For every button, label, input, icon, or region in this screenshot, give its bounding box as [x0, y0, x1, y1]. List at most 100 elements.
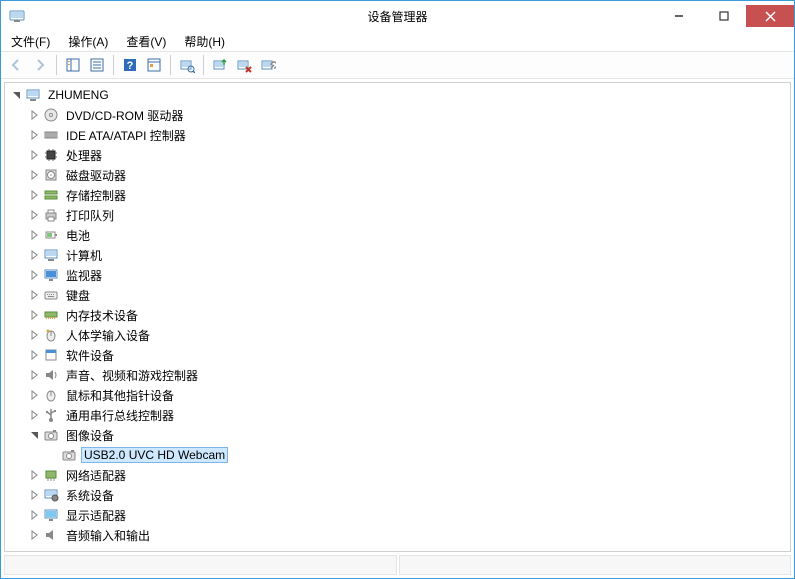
minimize-button[interactable] [656, 5, 701, 27]
cpu-icon [43, 147, 59, 163]
node-label: 声音、视频和游戏控制器 [63, 366, 201, 385]
expander-icon[interactable] [27, 367, 43, 383]
node-label: IDE ATA/ATAPI 控制器 [63, 126, 189, 145]
tree-root[interactable]: ZHUMENG [5, 85, 790, 105]
printer-icon [43, 207, 59, 223]
tree-item[interactable]: IDE ATA/ATAPI 控制器 [5, 125, 790, 145]
tree-item[interactable]: 键盘 [5, 285, 790, 305]
expander-icon[interactable] [27, 387, 43, 403]
expander-icon[interactable] [27, 427, 43, 443]
node-label: 磁盘驱动器 [63, 166, 129, 185]
tree-item[interactable]: 打印队列 [5, 205, 790, 225]
disable-button[interactable] [257, 54, 279, 76]
system-icon [43, 487, 59, 503]
show-hide-tree-button[interactable] [62, 54, 84, 76]
tree-item[interactable]: 图像设备 [5, 425, 790, 445]
expander-icon[interactable] [27, 467, 43, 483]
expander-icon[interactable] [27, 407, 43, 423]
usb-icon [43, 407, 59, 423]
disc-icon [43, 107, 59, 123]
app-icon [9, 8, 25, 24]
expander-icon[interactable] [9, 87, 25, 103]
tree-item[interactable]: 鼠标和其他指针设备 [5, 385, 790, 405]
status-cell [4, 555, 397, 575]
expander-icon[interactable] [27, 247, 43, 263]
toolbar-separator [170, 55, 171, 75]
maximize-button[interactable] [701, 5, 746, 27]
back-button[interactable] [5, 54, 27, 76]
tree-item[interactable]: USB2.0 UVC HD Webcam [5, 445, 790, 465]
tree-item[interactable]: 计算机 [5, 245, 790, 265]
node-label: 存储控制器 [63, 186, 129, 205]
expander-icon[interactable] [27, 507, 43, 523]
details-button[interactable] [86, 54, 108, 76]
battery-icon [43, 227, 59, 243]
tree-item[interactable]: 软件设备 [5, 345, 790, 365]
tree-item[interactable]: 显示适配器 [5, 505, 790, 525]
expander-icon[interactable] [27, 127, 43, 143]
tree-item[interactable]: 系统设备 [5, 485, 790, 505]
tree-item[interactable]: 通用串行总线控制器 [5, 405, 790, 425]
expander-icon[interactable] [27, 347, 43, 363]
node-label: 软件设备 [63, 346, 117, 365]
node-label: 键盘 [63, 286, 93, 305]
scan-hardware-button[interactable] [176, 54, 198, 76]
node-label: 内存技术设备 [63, 306, 141, 325]
computer-icon [43, 247, 59, 263]
node-label: 打印队列 [63, 206, 117, 225]
close-button[interactable] [746, 5, 794, 27]
tree-item[interactable]: 网络适配器 [5, 465, 790, 485]
tree-item[interactable]: 磁盘驱动器 [5, 165, 790, 185]
node-label: 鼠标和其他指针设备 [63, 386, 177, 405]
menu-view[interactable]: 查看(V) [118, 31, 174, 52]
titlebar: 设备管理器 [1, 1, 794, 31]
expander-icon[interactable] [27, 527, 43, 543]
expander-icon[interactable] [27, 147, 43, 163]
tree-item[interactable]: 人体学输入设备 [5, 325, 790, 345]
monitor-icon [43, 267, 59, 283]
tree-item[interactable]: 内存技术设备 [5, 305, 790, 325]
tree-item[interactable]: 监视器 [5, 265, 790, 285]
node-label: USB2.0 UVC HD Webcam [81, 447, 228, 463]
expander-icon[interactable] [27, 227, 43, 243]
forward-button[interactable] [29, 54, 51, 76]
expander-icon[interactable] [27, 107, 43, 123]
expander-icon[interactable] [27, 287, 43, 303]
toolbar-separator [113, 55, 114, 75]
uninstall-button[interactable] [233, 54, 255, 76]
node-label: 网络适配器 [63, 466, 129, 485]
device-tree[interactable]: ZHUMENG DVD/CD-ROM 驱动器IDE ATA/ATAPI 控制器处理… [4, 82, 791, 552]
software-icon [43, 347, 59, 363]
expander-icon[interactable] [27, 207, 43, 223]
toolbar: ? [1, 51, 794, 79]
menu-file[interactable]: 文件(F) [3, 31, 58, 52]
node-label: 处理器 [63, 146, 105, 165]
memory-icon [43, 307, 59, 323]
properties-button[interactable] [143, 54, 165, 76]
expander-icon[interactable] [27, 487, 43, 503]
update-driver-button[interactable] [209, 54, 231, 76]
tree-item[interactable]: 处理器 [5, 145, 790, 165]
camera-icon [61, 447, 77, 463]
expander-icon[interactable] [27, 187, 43, 203]
node-label: 电池 [63, 226, 93, 245]
toolbar-separator [56, 55, 57, 75]
tree-item[interactable]: 声音、视频和游戏控制器 [5, 365, 790, 385]
help-button[interactable]: ? [119, 54, 141, 76]
tree-item[interactable]: 存储控制器 [5, 185, 790, 205]
menu-action[interactable]: 操作(A) [60, 31, 116, 52]
node-label: 显示适配器 [63, 506, 129, 525]
node-label: 人体学输入设备 [63, 326, 153, 345]
network-icon [43, 467, 59, 483]
sound-icon [43, 367, 59, 383]
tree-item[interactable]: 电池 [5, 225, 790, 245]
expander-icon[interactable] [27, 267, 43, 283]
expander-icon[interactable] [27, 327, 43, 343]
expander-icon[interactable] [27, 167, 43, 183]
tree-item[interactable]: DVD/CD-ROM 驱动器 [5, 105, 790, 125]
tree-item[interactable]: 音频输入和输出 [5, 525, 790, 545]
node-label: ZHUMENG [45, 87, 112, 103]
svg-text:?: ? [127, 60, 134, 72]
expander-icon[interactable] [27, 307, 43, 323]
menu-help[interactable]: 帮助(H) [176, 31, 233, 52]
